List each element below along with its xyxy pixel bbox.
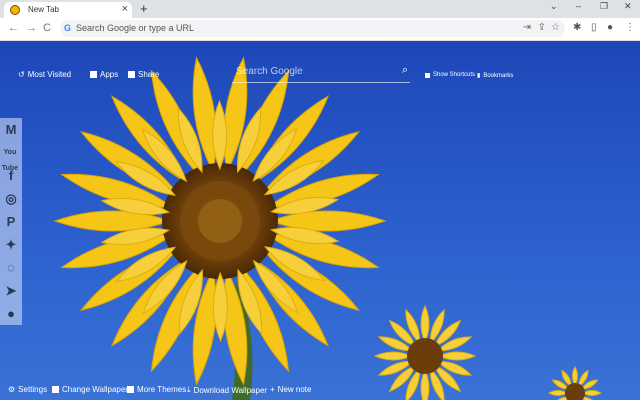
side-panel-icon[interactable]: ▯: [591, 22, 597, 33]
image-icon: [52, 386, 59, 393]
new-note-label: New note: [277, 385, 312, 394]
download-wallpaper-label: Download Wallpaper: [193, 385, 268, 395]
download-wallpaper-button[interactable]: ⤓ Download Wallpaper: [187, 385, 267, 395]
restore-button[interactable]: ❐: [600, 1, 608, 12]
close-window-button[interactable]: ✕: [624, 1, 632, 12]
more-themes-button[interactable]: More Themes: [127, 385, 186, 394]
instagram-icon[interactable]: ◎: [3, 191, 19, 207]
search-box[interactable]: Search Google ⌕: [232, 62, 410, 83]
show-shortcuts-button[interactable]: Show Shortcuts: [425, 72, 475, 78]
google-g-icon: G: [64, 23, 72, 33]
show-shortcuts-label: Show Shortcuts: [433, 72, 476, 78]
search-input[interactable]: Search Google: [236, 66, 303, 77]
bookmark-icon: ▮: [477, 73, 481, 79]
wallpaper: [0, 41, 640, 400]
new-tab-button[interactable]: +: [140, 1, 148, 16]
more-themes-label: More Themes: [137, 385, 187, 394]
tab-search-chevron-icon[interactable]: ⌄: [550, 1, 558, 12]
sunflower-wallpaper-image: [53, 56, 603, 400]
change-wallpaper-button[interactable]: Change Wallpaper: [52, 385, 128, 394]
sunflower-favicon-icon: [10, 5, 20, 15]
minimize-button[interactable]: –: [576, 1, 581, 11]
extensions-puzzle-icon[interactable]: ✱: [573, 22, 581, 33]
twitter-icon[interactable]: ✦: [3, 237, 19, 253]
petal-shape: [420, 368, 430, 400]
search-icon[interactable]: ⌕: [402, 64, 408, 77]
tab-title: New Tab: [28, 5, 59, 14]
change-wallpaper-label: Change Wallpaper: [62, 385, 128, 394]
tab-strip: New Tab × + ⌄ – ❐ ✕: [0, 0, 640, 18]
gmail-icon[interactable]: M: [3, 122, 19, 138]
petal-shape: [572, 365, 578, 387]
reddit-icon[interactable]: ●: [3, 306, 19, 322]
share-icon: [128, 71, 135, 78]
share-icon[interactable]: ⇪: [538, 22, 546, 33]
apps-label: Apps: [100, 70, 119, 79]
settings-label: Settings: [18, 385, 48, 394]
youtube-icon[interactable]: You Tube: [1, 145, 19, 172]
cast-icon[interactable]: ⇥: [523, 22, 531, 33]
petal-shape: [547, 390, 569, 396]
share-label: Share: [138, 70, 160, 79]
petal-shape: [420, 304, 430, 344]
apps-button[interactable]: Apps: [90, 70, 118, 79]
gear-icon: ⚙: [8, 385, 16, 394]
social-sidebar: M You Tube f ◎ P ✦ ◌ ➤ ●: [0, 118, 22, 325]
shortcuts-icon: [425, 72, 430, 78]
tab-new-tab[interactable]: New Tab ×: [4, 2, 132, 18]
download-icon: ⤓: [187, 385, 191, 394]
most-visited-label: Most Visited: [27, 70, 72, 79]
themes-grid-icon: [127, 386, 134, 393]
most-visited-button[interactable]: ↺ Most Visited: [18, 70, 71, 79]
bookmark-star-icon[interactable]: ☆: [551, 22, 560, 33]
settings-button[interactable]: ⚙ Settings: [8, 385, 47, 394]
new-note-button[interactable]: + New note: [270, 385, 311, 394]
reload-button[interactable]: C: [43, 22, 51, 34]
bookmarks-label: Bookmarks: [483, 72, 514, 79]
pinterest-icon[interactable]: P: [3, 214, 19, 230]
petal-shape: [373, 351, 413, 361]
menu-kebab-icon[interactable]: ⋮: [625, 22, 635, 33]
history-icon: ↺: [18, 70, 25, 79]
address-bar[interactable]: G Search Google or type a URL ⇥ ⇪ ☆: [60, 20, 565, 37]
browser-toolbar: ← → C G Search Google or type a URL ⇥ ⇪ …: [0, 18, 640, 41]
whatsapp-icon[interactable]: ◌: [3, 260, 19, 276]
facebook-icon[interactable]: f: [3, 168, 19, 184]
telegram-icon[interactable]: ➤: [3, 283, 19, 299]
address-placeholder: Search Google or type a URL: [76, 23, 195, 33]
tab-close-icon[interactable]: ×: [122, 3, 128, 15]
back-button[interactable]: ←: [8, 22, 19, 34]
bookmarks-button[interactable]: ▮ Bookmarks: [477, 72, 514, 80]
profile-avatar-icon[interactable]: ●: [607, 22, 613, 33]
plus-icon: +: [270, 385, 275, 394]
petal-shape: [437, 351, 477, 361]
petal-shape: [581, 390, 603, 396]
apps-grid-icon: [90, 71, 97, 78]
forward-button[interactable]: →: [26, 22, 37, 34]
share-button[interactable]: Share: [128, 70, 159, 79]
